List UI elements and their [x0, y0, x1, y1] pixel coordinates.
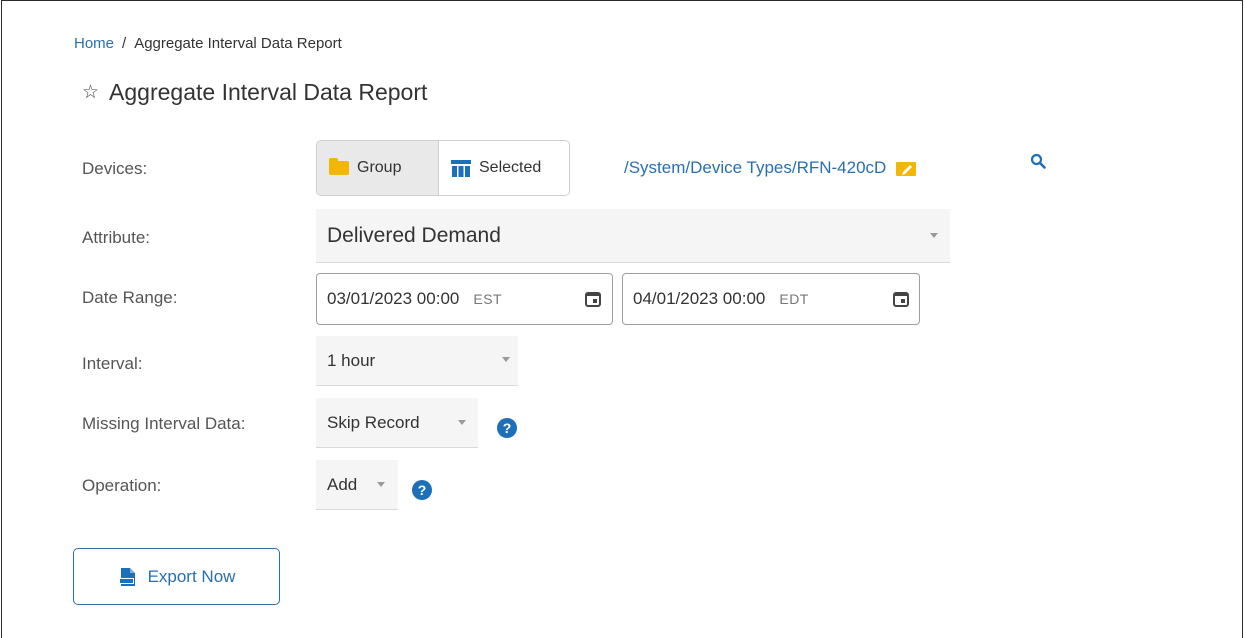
folder-edit-icon[interactable]: [896, 160, 917, 176]
chevron-down-icon: [377, 482, 385, 487]
group-button[interactable]: Group: [317, 141, 439, 195]
page-title: Aggregate Interval Data Report: [109, 79, 428, 105]
device-group-path: /System/Device Types/RFN-420cD: [624, 158, 917, 178]
interval-select[interactable]: 1 hour: [316, 336, 518, 386]
page-frame: Home / Aggregate Interval Data Report ☆ …: [1, 0, 1243, 638]
star-icon[interactable]: ☆: [82, 81, 99, 104]
help-icon[interactable]: ?: [497, 418, 517, 438]
calendar-icon[interactable]: [585, 291, 601, 307]
chevron-down-icon: [458, 420, 466, 425]
interval-value: 1 hour: [327, 350, 376, 370]
start-date-field[interactable]: 03/01/2023 00:00 EST: [316, 273, 613, 325]
chevron-down-icon: [502, 357, 510, 362]
breadcrumb: Home / Aggregate Interval Data Report: [74, 35, 342, 52]
attribute-label: Attribute:: [82, 228, 151, 247]
export-now-label: Export Now: [147, 566, 236, 586]
missing-interval-data-value: Skip Record: [327, 412, 420, 432]
chevron-down-icon: [930, 233, 938, 238]
devices-label: Devices:: [82, 159, 148, 178]
missing-interval-data-label: Missing Interval Data:: [82, 414, 246, 433]
csv-export-icon: [118, 567, 135, 586]
calendar-icon[interactable]: [893, 291, 909, 307]
operation-label: Operation:: [82, 476, 162, 495]
interval-label: Interval:: [82, 354, 143, 373]
export-now-button[interactable]: Export Now: [73, 548, 280, 605]
search-icon[interactable]: [1030, 153, 1046, 169]
help-icon[interactable]: ?: [412, 480, 432, 500]
breadcrumb-current: Aggregate Interval Data Report: [134, 35, 342, 52]
start-date-timezone: EST: [473, 291, 503, 307]
operation-value: Add: [327, 474, 358, 494]
end-date-timezone: EDT: [779, 291, 809, 307]
date-range-label: Date Range:: [82, 288, 178, 307]
folder-icon: [329, 158, 349, 175]
devices-toggle: Group Selected: [316, 140, 570, 196]
group-button-label: Group: [357, 159, 402, 176]
breadcrumb-home-link[interactable]: Home: [74, 35, 114, 52]
selected-button-label: Selected: [479, 159, 542, 176]
operation-select[interactable]: Add: [316, 460, 398, 510]
table-icon: [451, 159, 471, 177]
page-title-row: ☆ Aggregate Interval Data Report: [82, 79, 427, 106]
start-date-value: 03/01/2023 00:00: [327, 289, 460, 308]
attribute-value: Delivered Demand: [327, 223, 501, 247]
end-date-value: 04/01/2023 00:00: [633, 289, 766, 308]
end-date-field[interactable]: 04/01/2023 00:00 EDT: [622, 273, 920, 325]
missing-interval-data-select[interactable]: Skip Record: [316, 398, 478, 448]
breadcrumb-separator: /: [122, 35, 127, 52]
device-group-link[interactable]: /System/Device Types/RFN-420cD: [624, 158, 886, 178]
selected-button[interactable]: Selected: [439, 141, 569, 195]
attribute-select[interactable]: Delivered Demand: [316, 209, 950, 263]
